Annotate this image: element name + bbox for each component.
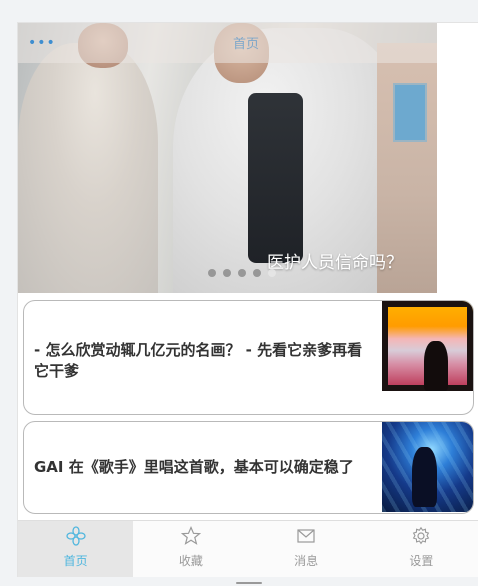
tab-favorites[interactable]: 收藏 [133, 521, 248, 577]
article-title: GAI 在《歌手》里唱这首歌，基本可以确定稳了 [34, 458, 354, 476]
banner-image-window [393, 83, 427, 142]
tab-label: 首页 [63, 554, 88, 568]
more-dots-icon[interactable]: ••• [28, 35, 56, 51]
banner-top-bar [18, 23, 437, 63]
banner-image-figure-left [18, 43, 158, 293]
article-title: - 怎么欣赏动辄几亿元的名画？ - 先看它亲爹再看它干爹 [34, 341, 363, 380]
home-flower-icon [65, 526, 86, 546]
banner-top-title: 首页 [233, 37, 260, 52]
pager-dot[interactable] [208, 269, 216, 277]
home-indicator [236, 582, 262, 584]
star-icon [180, 526, 201, 545]
pager-dot[interactable] [253, 269, 261, 277]
tab-messages[interactable]: 消息 [249, 521, 364, 577]
banner-carousel[interactable]: ••• 首页 医护人员信命吗？ [18, 23, 437, 293]
article-card[interactable]: - 怎么欣赏动辄几亿元的名画？ - 先看它亲爹再看它干爹 [23, 300, 474, 415]
tab-label: 消息 [294, 554, 319, 568]
tab-settings[interactable]: 设置 [364, 521, 478, 577]
carousel-pager[interactable] [208, 269, 276, 277]
banner-caption: 医护人员信命吗？ [267, 253, 403, 273]
mail-icon [297, 529, 315, 543]
bottom-tab-bar: 首页 收藏 消息 设置 [18, 520, 478, 577]
gear-icon [413, 526, 430, 545]
app-screen: ••• 首页 医护人员信命吗？ - 怎么欣赏动辄几亿元的名画？ - 先看它亲爹再… [17, 22, 478, 577]
pager-dot-active[interactable] [268, 269, 276, 277]
tab-home[interactable]: 首页 [18, 521, 134, 577]
tab-label: 收藏 [178, 554, 203, 568]
pager-dot[interactable] [238, 269, 246, 277]
pager-dot[interactable] [223, 269, 231, 277]
banner-image-vest [248, 93, 303, 263]
article-card[interactable]: GAI 在《歌手》里唱这首歌，基本可以确定稳了 [23, 421, 474, 514]
painting-thumbnail [382, 301, 473, 391]
concert-thumbnail [382, 422, 473, 512]
tab-label: 设置 [409, 554, 434, 568]
